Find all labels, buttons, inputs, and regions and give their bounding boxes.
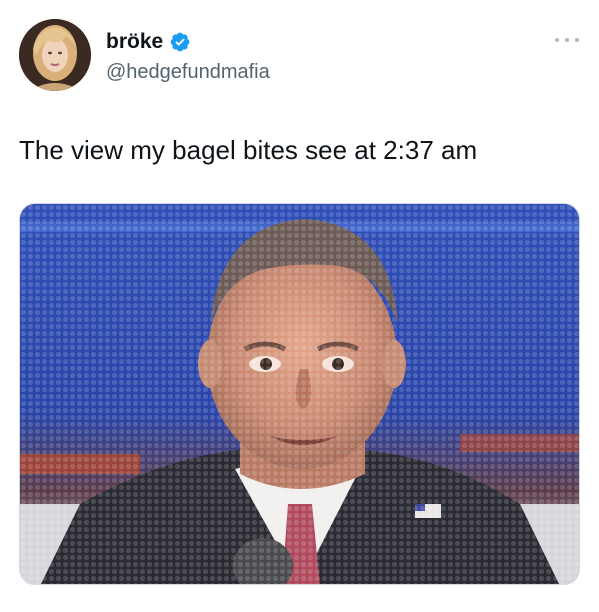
- dot: [565, 38, 569, 42]
- author-name-row: bröke: [106, 30, 191, 54]
- tweet-card: bröke @hedgefundmafia The view my bagel …: [0, 0, 599, 612]
- tweet-media-photo[interactable]: [19, 203, 580, 585]
- dot: [555, 38, 559, 42]
- more-options-icon[interactable]: [555, 32, 579, 48]
- verified-badge-icon: [169, 31, 191, 53]
- author-handle[interactable]: @hedgefundmafia: [106, 60, 270, 84]
- avatar-photo-icon: [19, 19, 91, 91]
- author-display-name[interactable]: bröke: [106, 30, 163, 54]
- man-in-suit-photo-icon: [20, 204, 579, 584]
- tweet-text: The view my bagel bites see at 2:37 am: [19, 135, 478, 165]
- author-avatar[interactable]: [19, 19, 91, 91]
- dot: [575, 38, 579, 42]
